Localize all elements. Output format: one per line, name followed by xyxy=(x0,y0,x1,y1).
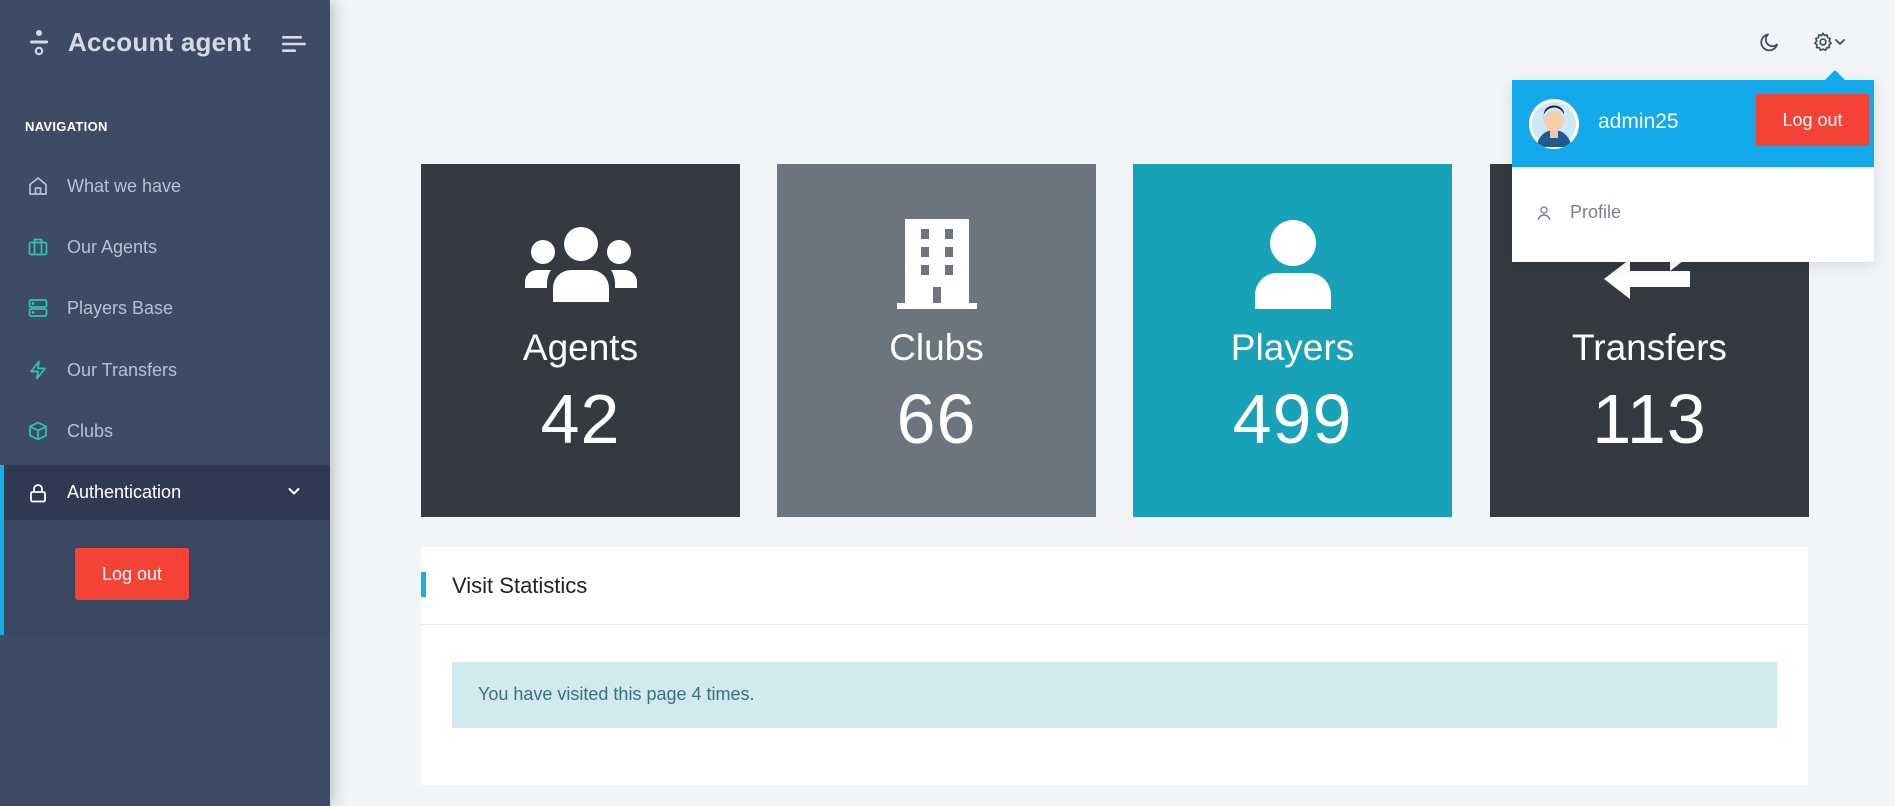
panel-title: Visit Statistics xyxy=(452,573,588,598)
sidebar-logout-button[interactable]: Log out xyxy=(75,548,189,600)
sidebar-item-label: Clubs xyxy=(67,420,114,441)
lock-icon xyxy=(27,482,49,504)
brand[interactable]: Account agent xyxy=(28,24,251,60)
lightning-icon xyxy=(27,359,49,381)
dropdown-username: admin25 xyxy=(1598,110,1679,133)
stat-title: Players xyxy=(1230,327,1355,368)
sidebar-item-label: Our Agents xyxy=(67,236,158,257)
sidebar-item-label: Our Transfers xyxy=(67,359,178,380)
building-icon xyxy=(877,219,997,309)
stat-card-agents: Agents 42 xyxy=(421,164,740,517)
app-title: Account agent xyxy=(68,26,252,57)
stat-value: 42 xyxy=(540,380,621,458)
sidebar-item-label: Authentication xyxy=(67,482,182,502)
user-icon xyxy=(1233,219,1353,309)
dropdown-item-profile[interactable]: Profile xyxy=(1536,202,1621,223)
dropdown-item-label: Profile xyxy=(1570,202,1622,222)
gear-icon xyxy=(1814,32,1832,52)
stat-card-clubs: Clubs 66 xyxy=(777,164,1096,517)
sidebar: Account agent NAVIGATION What we have Ou… xyxy=(0,0,330,806)
sidebar-item-what-we-have[interactable]: What we have xyxy=(0,159,330,213)
visit-statistics-panel: Visit Statistics You have visited this p… xyxy=(421,547,1808,785)
stat-card-players: Players 499 xyxy=(1133,164,1452,517)
sidebar-item-label: What we have xyxy=(67,175,182,196)
stat-title: Agents xyxy=(522,327,639,368)
users-icon xyxy=(521,219,641,309)
user-dropdown: admin25 Log out Profile xyxy=(1512,70,1874,262)
sidebar-item-clubs[interactable]: Clubs xyxy=(0,404,330,458)
sidebar-item-label: Players Base xyxy=(67,297,174,318)
visit-count-alert: You have visited this page 4 times. xyxy=(452,662,1777,728)
sidebar-item-our-agents[interactable]: Our Agents xyxy=(0,220,330,274)
stat-value: 66 xyxy=(896,380,977,458)
chevron-down-icon xyxy=(1835,39,1845,45)
stat-value: 113 xyxy=(1592,380,1707,458)
sidebar-item-players-base[interactable]: Players Base xyxy=(0,281,330,335)
dropdown-header: admin25 Log out xyxy=(1512,80,1874,167)
home-icon xyxy=(27,175,49,197)
authentication-submenu: Log out xyxy=(0,520,330,635)
server-icon xyxy=(27,297,49,319)
divide-icon xyxy=(30,30,48,56)
moon-icon[interactable] xyxy=(1758,30,1782,54)
avatar xyxy=(1529,99,1579,149)
box-icon xyxy=(27,420,49,442)
chevron-down-icon xyxy=(288,488,300,495)
stat-title: Transfers xyxy=(1572,327,1727,368)
active-indicator xyxy=(0,465,4,520)
stat-value: 499 xyxy=(1232,380,1353,458)
briefcase-icon xyxy=(27,236,49,258)
panel-accent xyxy=(421,572,426,597)
sidebar-item-authentication[interactable]: Authentication xyxy=(0,465,330,520)
user-outline-icon xyxy=(1537,205,1551,220)
panel-header: Visit Statistics xyxy=(421,547,1808,625)
settings-menu-toggle[interactable] xyxy=(1812,30,1848,54)
dropdown-logout-button[interactable]: Log out xyxy=(1756,94,1869,146)
menu-toggle-icon[interactable] xyxy=(282,34,306,54)
nav-heading: NAVIGATION xyxy=(25,119,108,134)
sidebar-item-our-transfers[interactable]: Our Transfers xyxy=(0,343,330,397)
stat-title: Clubs xyxy=(889,327,984,368)
